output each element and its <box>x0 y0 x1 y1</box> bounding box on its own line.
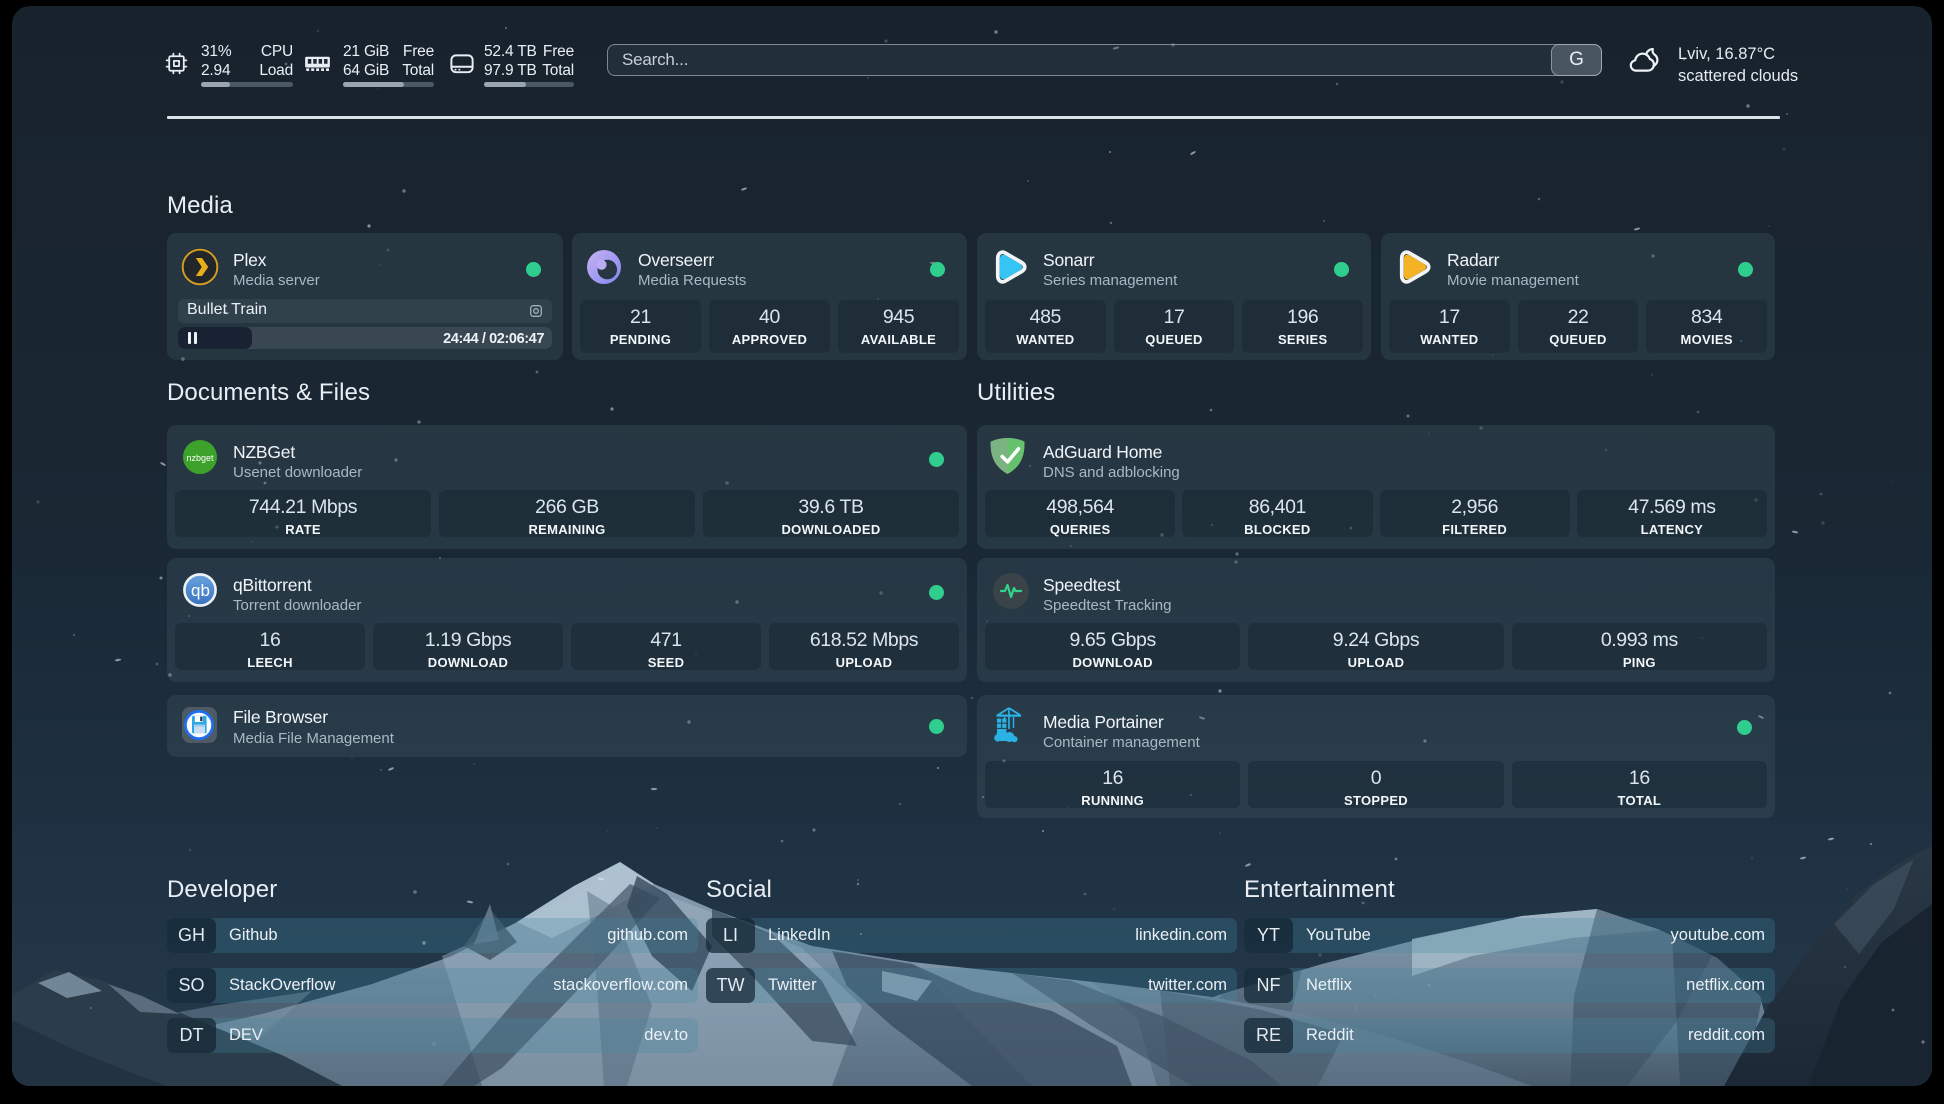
svg-text:nzbget: nzbget <box>186 453 214 463</box>
svg-text:qb: qb <box>191 581 210 600</box>
